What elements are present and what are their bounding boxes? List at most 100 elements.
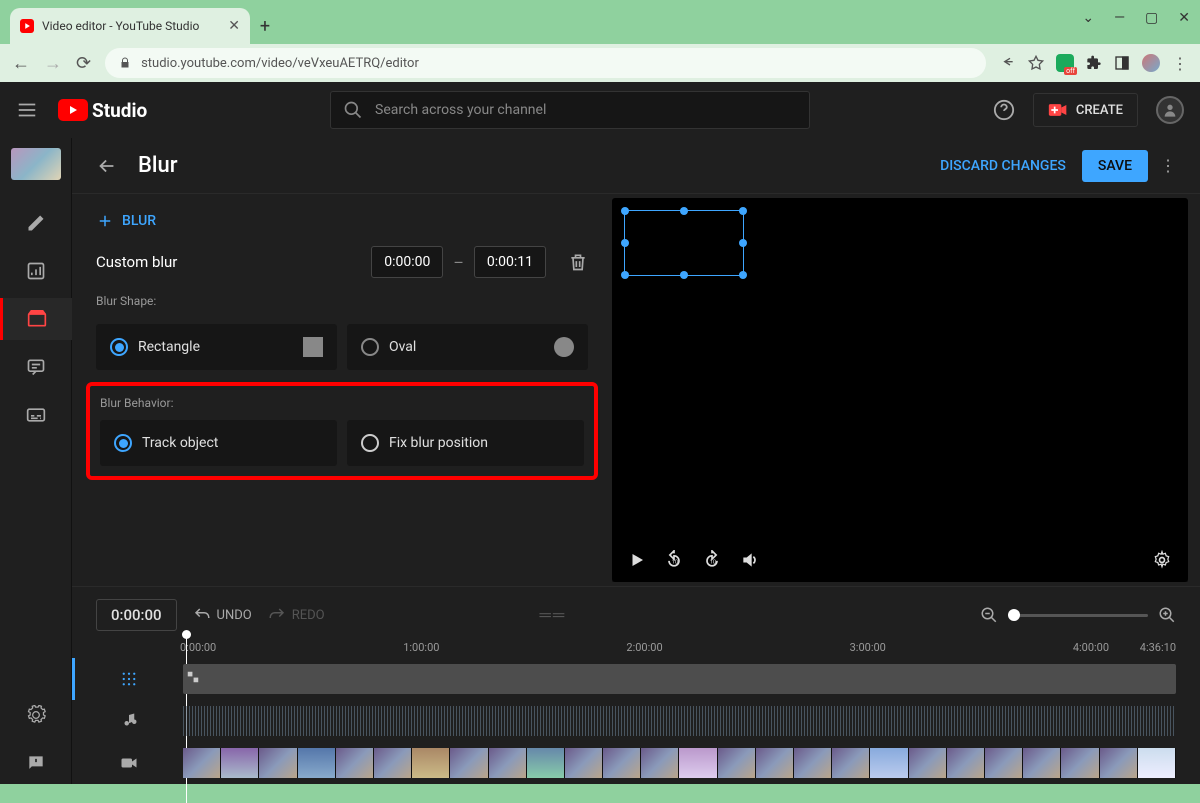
video-thumbnail[interactable]: [11, 148, 61, 180]
search-icon: [343, 100, 363, 120]
time-start-input[interactable]: 0:00:00: [371, 246, 443, 278]
help-icon[interactable]: [993, 99, 1015, 121]
redo-button: REDO: [268, 606, 325, 624]
radio-checked-icon: [110, 338, 128, 356]
video-preview[interactable]: 10 10: [612, 198, 1188, 582]
studio-logo[interactable]: Studio: [58, 99, 147, 122]
extension-1-icon[interactable]: off: [1056, 54, 1074, 72]
blur-track-icon: [120, 670, 138, 688]
browser-tab[interactable]: Video editor - YouTube Studio ✕: [10, 8, 250, 44]
plus-icon: [96, 212, 114, 230]
zoom-in-icon[interactable]: [1158, 606, 1176, 624]
url-text: studio.youtube.com/video/veVxeuAETRQ/edi…: [141, 56, 419, 71]
search-placeholder: Search across your channel: [375, 102, 546, 118]
shape-rectangle-option[interactable]: Rectangle: [96, 324, 337, 370]
page-header: Blur DISCARD CHANGES SAVE ⋮: [72, 138, 1200, 194]
logo-text: Studio: [92, 99, 147, 122]
svg-text:10: 10: [710, 559, 717, 565]
rail-feedback-icon[interactable]: [12, 742, 60, 784]
video-track[interactable]: [72, 742, 1200, 784]
window-close-icon[interactable]: ✕: [1178, 10, 1190, 26]
audio-track[interactable]: [72, 700, 1200, 742]
shape-rect-label: Rectangle: [138, 339, 200, 355]
window-maximize-icon[interactable]: ▢: [1145, 10, 1158, 26]
tab-title: Video editor - YouTube Studio: [42, 19, 199, 33]
forward-10-icon[interactable]: 10: [702, 550, 722, 570]
profile-avatar-icon[interactable]: [1142, 54, 1160, 72]
zoom-out-icon[interactable]: [980, 606, 998, 624]
undo-icon: [193, 606, 211, 624]
radio-checked-icon: [114, 434, 132, 452]
app-header: Studio Search across your channel CREATE: [0, 82, 1200, 138]
time-end-input[interactable]: 0:00:11: [474, 246, 546, 278]
rail-comments-icon[interactable]: [12, 346, 60, 388]
panel-drag-handle-icon[interactable]: ══: [540, 605, 567, 625]
add-blur-label: BLUR: [122, 213, 156, 229]
timeline-current-time[interactable]: 0:00:00: [96, 599, 177, 631]
blur-track[interactable]: [72, 658, 1200, 700]
time-dash: –: [453, 253, 464, 272]
panel-icon[interactable]: [1114, 55, 1130, 71]
delete-blur-icon[interactable]: [568, 252, 588, 272]
nav-reload-icon[interactable]: ⟳: [76, 53, 91, 74]
chrome-menu-icon[interactable]: ⋮: [1172, 54, 1188, 73]
account-avatar[interactable]: [1156, 96, 1184, 124]
discard-button[interactable]: DISCARD CHANGES: [940, 158, 1066, 174]
hamburger-menu-icon[interactable]: [16, 99, 38, 121]
radio-unchecked-icon: [361, 338, 379, 356]
rail-settings-icon[interactable]: [12, 694, 60, 736]
undo-button[interactable]: UNDO: [193, 606, 252, 624]
youtube-favicon: [20, 19, 34, 33]
shape-section-label: Blur Shape:: [96, 294, 588, 308]
back-arrow-icon[interactable]: [96, 155, 118, 177]
window-minimize-icon[interactable]: —: [1114, 10, 1125, 26]
clip-handle-icon[interactable]: [186, 670, 200, 684]
share-icon[interactable]: [1000, 55, 1016, 71]
youtube-play-icon: [58, 99, 88, 121]
blur-side-panel: BLUR Custom blur 0:00:00 – 0:00:11 Blur …: [72, 194, 612, 586]
left-rail: [0, 138, 72, 784]
new-tab-button[interactable]: +: [250, 8, 280, 44]
add-blur-button[interactable]: BLUR: [96, 212, 588, 230]
search-input[interactable]: Search across your channel: [330, 91, 810, 129]
radio-unchecked-icon: [361, 434, 379, 452]
video-track-icon: [120, 754, 138, 772]
rewind-10-icon[interactable]: 10: [664, 550, 684, 570]
timeline: 0:00:00 UNDO REDO ══: [72, 586, 1200, 784]
rail-details-icon[interactable]: [12, 202, 60, 244]
shape-oval-option[interactable]: Oval: [347, 324, 588, 370]
nav-back-icon[interactable]: ←: [12, 53, 30, 74]
rail-editor-icon[interactable]: [0, 298, 72, 340]
save-button[interactable]: SAVE: [1082, 150, 1148, 182]
blur-name: Custom blur: [96, 253, 361, 271]
url-input[interactable]: studio.youtube.com/video/veVxeuAETRQ/edi…: [105, 48, 986, 78]
audio-track-icon: [120, 712, 138, 730]
preview-settings-icon[interactable]: [1152, 550, 1172, 570]
lock-icon: [119, 57, 131, 69]
redo-icon: [268, 606, 286, 624]
create-camera-icon: [1048, 102, 1068, 118]
extensions-puzzle-icon[interactable]: [1086, 55, 1102, 71]
zoom-slider[interactable]: [1008, 614, 1148, 617]
rail-subtitles-icon[interactable]: [12, 394, 60, 436]
svg-text:10: 10: [672, 559, 679, 565]
tab-close-icon[interactable]: ✕: [228, 18, 240, 34]
shape-oval-label: Oval: [389, 339, 416, 355]
blur-region-handle[interactable]: [624, 210, 744, 276]
page-title: Blur: [138, 153, 940, 178]
rectangle-swatch-icon: [303, 337, 323, 357]
behavior-track-option[interactable]: Track object: [100, 420, 337, 466]
timeline-ruler[interactable]: 0:00:00 1:00:00 2:00:00 3:00:00 4:00:00 …: [72, 633, 1200, 658]
create-button[interactable]: CREATE: [1033, 93, 1138, 127]
rail-analytics-icon[interactable]: [12, 250, 60, 292]
bookmark-star-icon[interactable]: [1028, 55, 1044, 71]
more-menu-icon[interactable]: ⋮: [1160, 156, 1176, 175]
play-icon[interactable]: [628, 551, 646, 569]
create-label: CREATE: [1076, 103, 1123, 118]
volume-icon[interactable]: [740, 550, 760, 570]
behavior-highlight: Blur Behavior: Track object Fix blur pos…: [86, 382, 598, 480]
window-dropdown-icon[interactable]: ⌄: [1082, 10, 1094, 26]
behavior-track-label: Track object: [142, 435, 218, 451]
behavior-fix-option[interactable]: Fix blur position: [347, 420, 584, 466]
behavior-section-label: Blur Behavior:: [100, 396, 584, 410]
